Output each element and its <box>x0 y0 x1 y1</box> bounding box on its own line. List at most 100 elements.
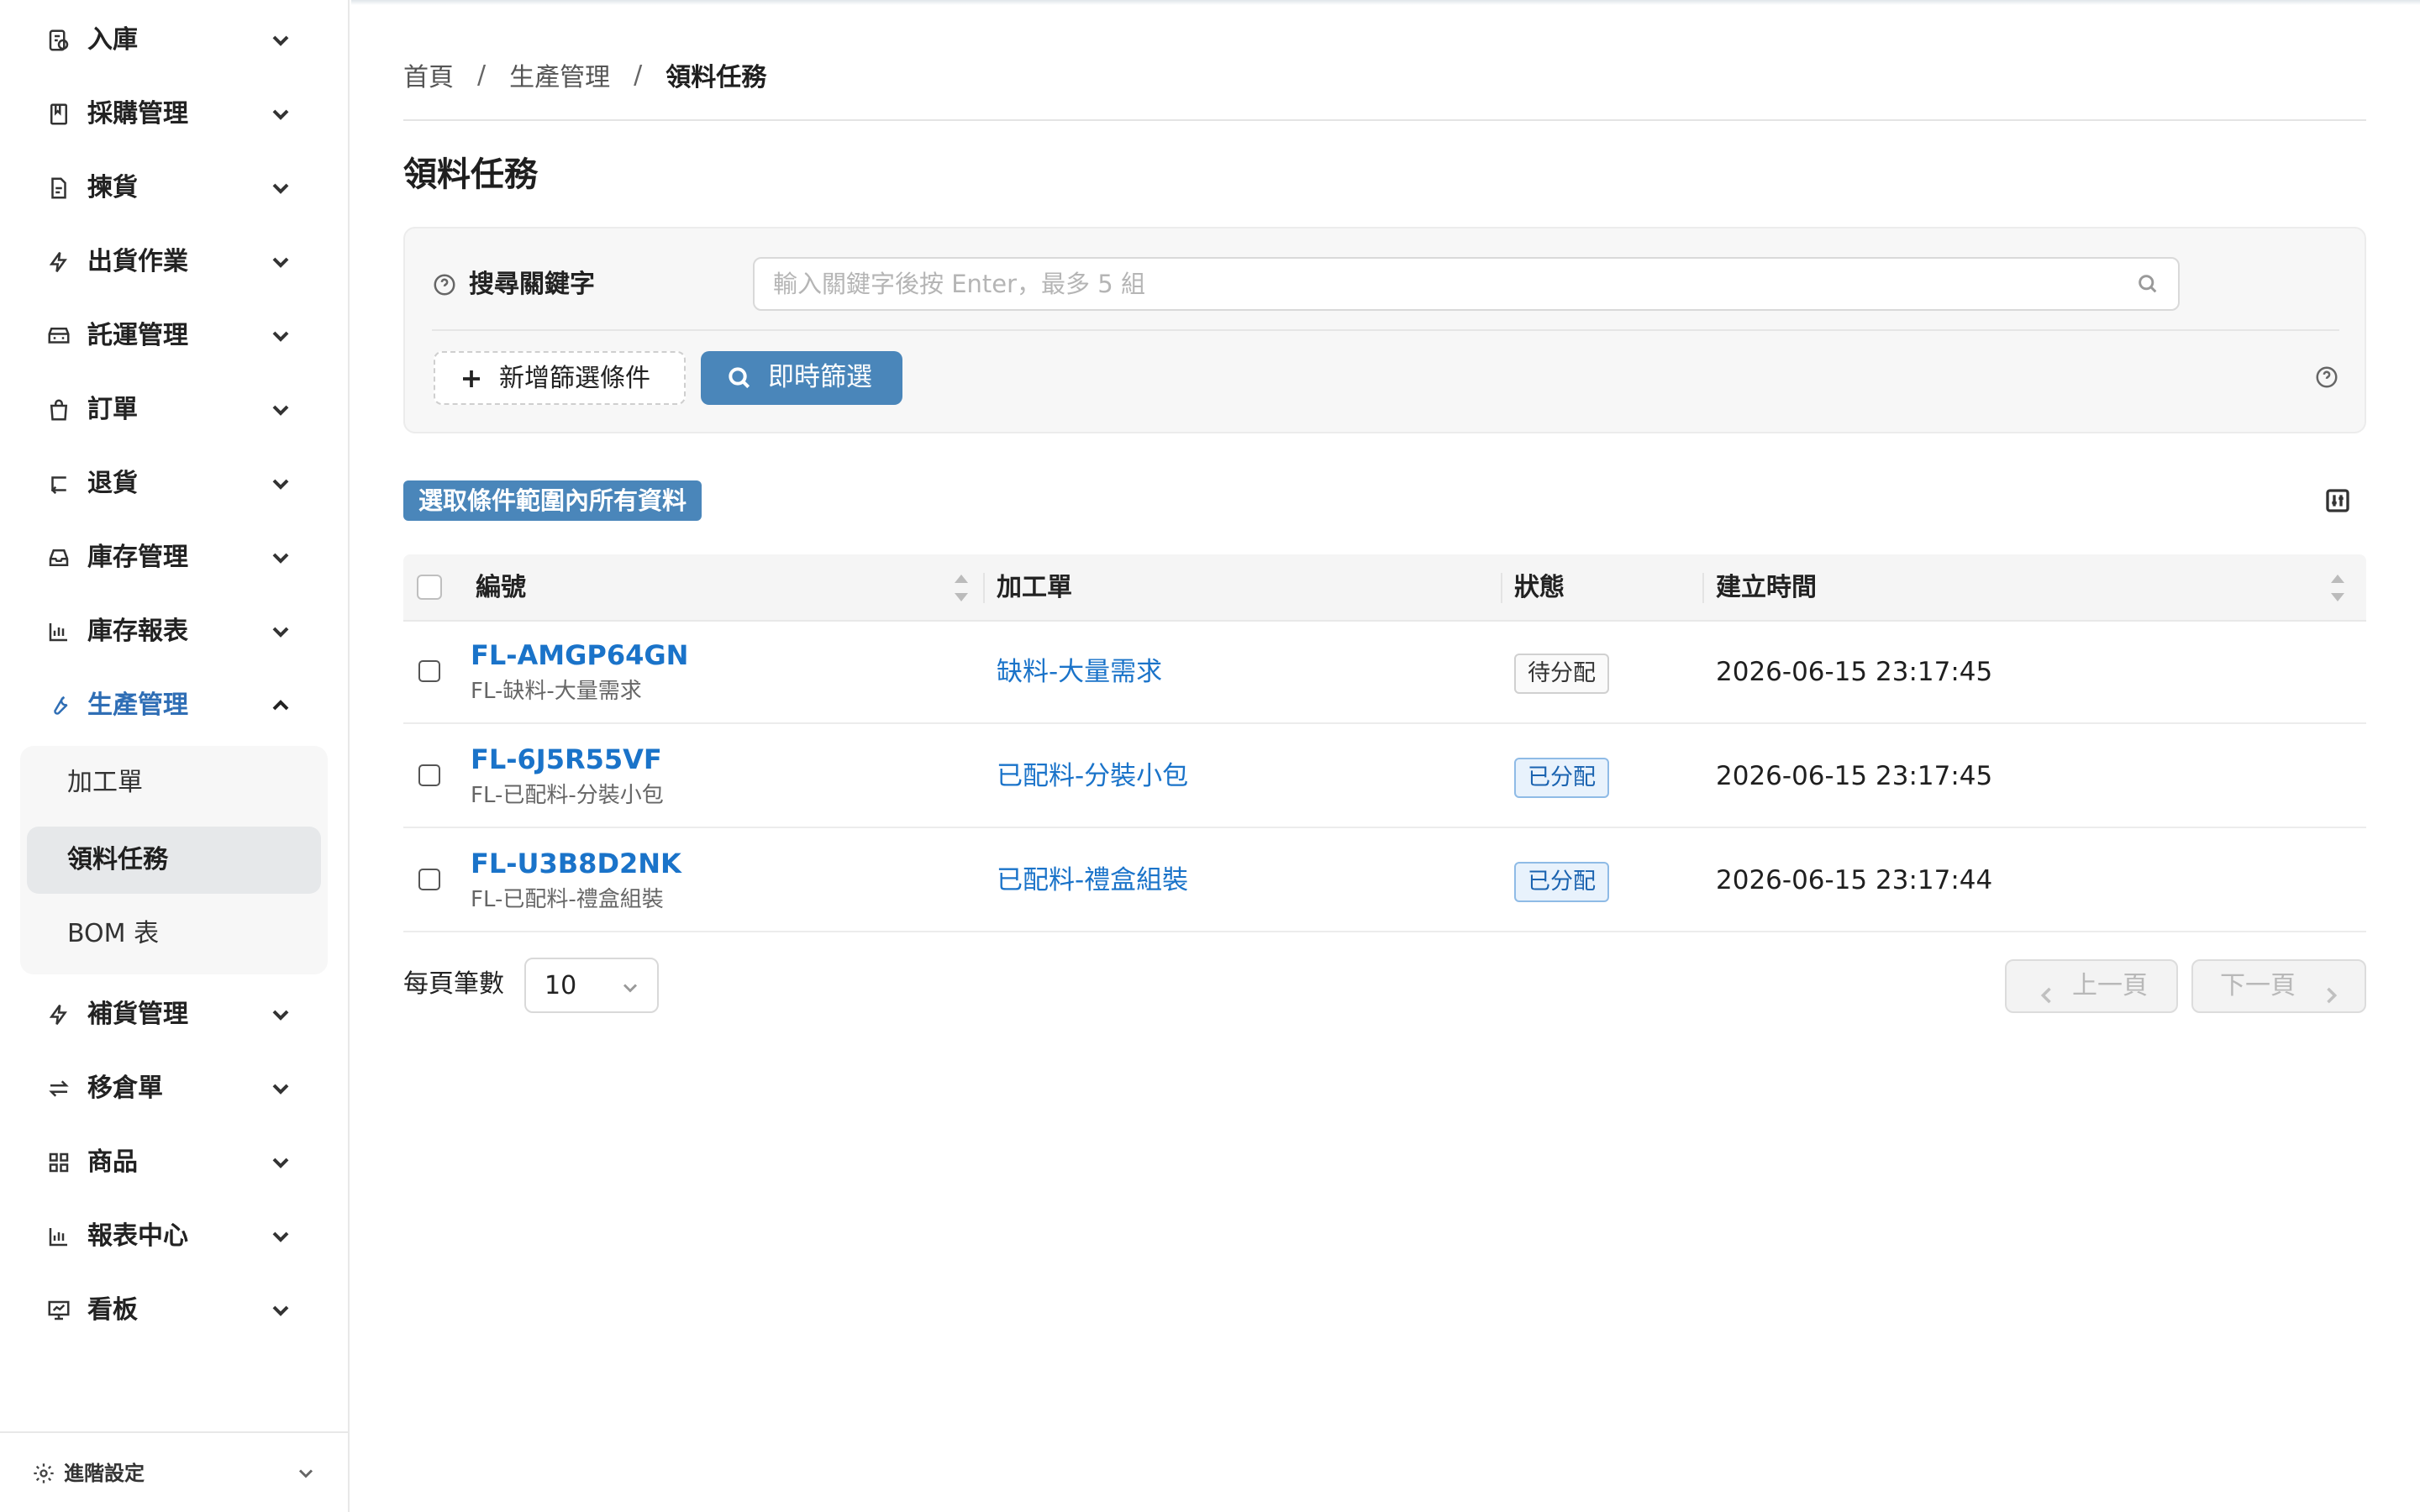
breadcrumb-home[interactable]: 首頁 <box>403 56 454 93</box>
breadcrumb-separator: / <box>477 60 487 90</box>
page-size-label: 每頁筆數 <box>403 969 504 999</box>
sidebar-item-replenishment[interactable]: 補貨管理 <box>0 978 350 1052</box>
work-order-link[interactable]: 缺料-大量需求 <box>997 654 1162 690</box>
submenu-item-label: 加工單 <box>67 768 143 797</box>
instant-filter-button[interactable]: 即時篩選 <box>701 351 902 405</box>
sidebar-item-inventory[interactable]: 庫存管理 <box>0 521 350 595</box>
task-id-link[interactable]: FL-AMGP64GN <box>471 637 688 674</box>
column-header-id[interactable]: 編號 <box>476 570 526 606</box>
sidebar-item-transfer[interactable]: 移倉單 <box>0 1052 350 1126</box>
select-all-in-range-button[interactable]: 選取條件範圍內所有資料 <box>403 480 702 521</box>
sidebar-item-label: 移倉單 <box>87 1074 163 1103</box>
select-all-checkbox[interactable] <box>417 575 442 600</box>
sidebar-item-shipping[interactable]: 出貨作業 <box>0 225 350 299</box>
breadcrumb-section[interactable]: 生產管理 <box>509 56 610 93</box>
chevron-down-icon <box>267 1075 294 1102</box>
chevron-down-icon <box>267 101 294 128</box>
chevron-right-icon <box>2319 974 2343 1004</box>
work-order-link[interactable]: 已配料-禮盒組裝 <box>997 862 1188 899</box>
sidebar-item-orders[interactable]: 訂單 <box>0 373 350 447</box>
return-icon <box>45 470 72 497</box>
sidebar-item-label: 補貨管理 <box>87 1000 188 1029</box>
breadcrumb-separator: / <box>634 60 643 90</box>
sidebar-item-inbound[interactable]: 入庫 <box>0 3 350 77</box>
chevron-down-icon <box>267 1223 294 1250</box>
advanced-settings-label: 進階設定 <box>64 1462 145 1485</box>
row-checkbox[interactable] <box>418 869 440 890</box>
column-divider <box>983 573 985 603</box>
search-icon[interactable] <box>2136 272 2160 296</box>
help-icon[interactable] <box>432 272 457 297</box>
search-icon <box>726 365 753 391</box>
sidebar-item-production[interactable]: 生產管理 <box>0 669 350 743</box>
chevron-down-icon <box>267 1149 294 1176</box>
filter-panel: 搜尋關鍵字 新增篩選條件 即時篩選 <box>403 227 2366 433</box>
chevron-down-icon <box>267 323 294 349</box>
chevron-down-icon <box>267 618 294 645</box>
sidebar-item-label: 訂單 <box>87 395 138 424</box>
inbox-icon <box>45 544 72 571</box>
page-size-select[interactable]: 10 <box>524 958 659 1013</box>
created-time: 2026-06-15 23:17:45 <box>1716 761 1993 791</box>
chevron-down-icon <box>294 1462 318 1485</box>
sort-icon[interactable] <box>2328 571 2348 605</box>
sidebar: 入庫 採購管理 揀貨 出貨作業 託運管理 訂單 退貨 庫存管理 庫存報表 生產管… <box>0 0 350 1512</box>
chevron-left-icon <box>2035 974 2059 1004</box>
previous-page-button[interactable]: 上一頁 <box>2005 959 2178 1013</box>
top-shadow <box>351 0 2420 5</box>
search-box <box>753 257 2180 311</box>
sidebar-item-label: 庫存報表 <box>87 617 188 646</box>
column-settings-icon[interactable] <box>2324 487 2351 514</box>
task-subtitle: FL-已配料-禮盒組裝 <box>471 887 664 912</box>
breadcrumb-current: 領料任務 <box>666 63 767 92</box>
search-input[interactable] <box>773 265 2118 302</box>
sidebar-item-label: 生產管理 <box>87 690 188 720</box>
column-divider <box>1702 573 1704 603</box>
work-order-link[interactable]: 已配料-分裝小包 <box>997 758 1188 795</box>
plus-icon <box>459 366 484 391</box>
sidebar-item-report-center[interactable]: 報表中心 <box>0 1200 350 1273</box>
submenu-item-bom[interactable]: BOM 表 <box>27 900 321 968</box>
chevron-down-icon <box>618 976 642 1000</box>
inbound-icon <box>45 27 72 54</box>
chevron-down-icon <box>267 1297 294 1324</box>
status-badge: 已分配 <box>1514 758 1609 798</box>
sidebar-item-label: 託運管理 <box>87 321 188 350</box>
task-subtitle: FL-已配料-分裝小包 <box>471 783 664 808</box>
row-checkbox[interactable] <box>418 764 440 786</box>
sidebar-item-inventory-report[interactable]: 庫存報表 <box>0 595 350 669</box>
sidebar-item-purchasing[interactable]: 採購管理 <box>0 77 350 151</box>
truck-icon <box>45 323 72 349</box>
task-id-link[interactable]: FL-U3B8D2NK <box>471 845 681 882</box>
chevron-down-icon <box>267 27 294 54</box>
sort-icon[interactable] <box>951 571 971 605</box>
sidebar-item-dashboard[interactable]: 看板 <box>0 1273 350 1347</box>
add-filter-button[interactable]: 新增篩選條件 <box>434 351 686 405</box>
created-time: 2026-06-15 23:17:45 <box>1716 657 1993 687</box>
shopping-bag-icon <box>45 396 72 423</box>
sidebar-item-products[interactable]: 商品 <box>0 1126 350 1200</box>
breadcrumb: 首頁 / 生產管理 / 領料任務 <box>403 54 766 96</box>
sidebar-item-returns[interactable]: 退貨 <box>0 447 350 521</box>
row-checkbox[interactable] <box>418 660 440 682</box>
sidebar-item-picking[interactable]: 揀貨 <box>0 151 350 225</box>
advanced-settings[interactable]: 進階設定 <box>0 1431 350 1512</box>
chevron-down-icon <box>267 249 294 276</box>
task-id-link[interactable]: FL-6J5R55VF <box>471 741 662 778</box>
submenu-item-picking-tasks[interactable]: 領料任務 <box>27 827 321 894</box>
wrench-icon <box>45 692 72 719</box>
submenu-item-work-orders[interactable]: 加工單 <box>27 749 321 816</box>
next-page-button[interactable]: 下一頁 <box>2191 959 2366 1013</box>
next-page-label: 下一頁 <box>2220 971 2296 1000</box>
task-subtitle: FL-缺料-大量需求 <box>471 679 642 704</box>
sidebar-item-label: 出貨作業 <box>87 247 188 276</box>
sidebar-item-consignment[interactable]: 託運管理 <box>0 299 350 373</box>
help-icon[interactable] <box>2314 365 2339 390</box>
sidebar-item-label: 庫存管理 <box>87 543 188 572</box>
grid-icon <box>45 1149 72 1176</box>
column-header-created-at[interactable]: 建立時間 <box>1716 570 1817 606</box>
table-header: 編號 加工單 狀態 建立時間 <box>403 554 2366 622</box>
chevron-down-icon <box>267 175 294 202</box>
page-title: 領料任務 <box>403 155 538 194</box>
sidebar-item-label: 採購管理 <box>87 99 188 129</box>
